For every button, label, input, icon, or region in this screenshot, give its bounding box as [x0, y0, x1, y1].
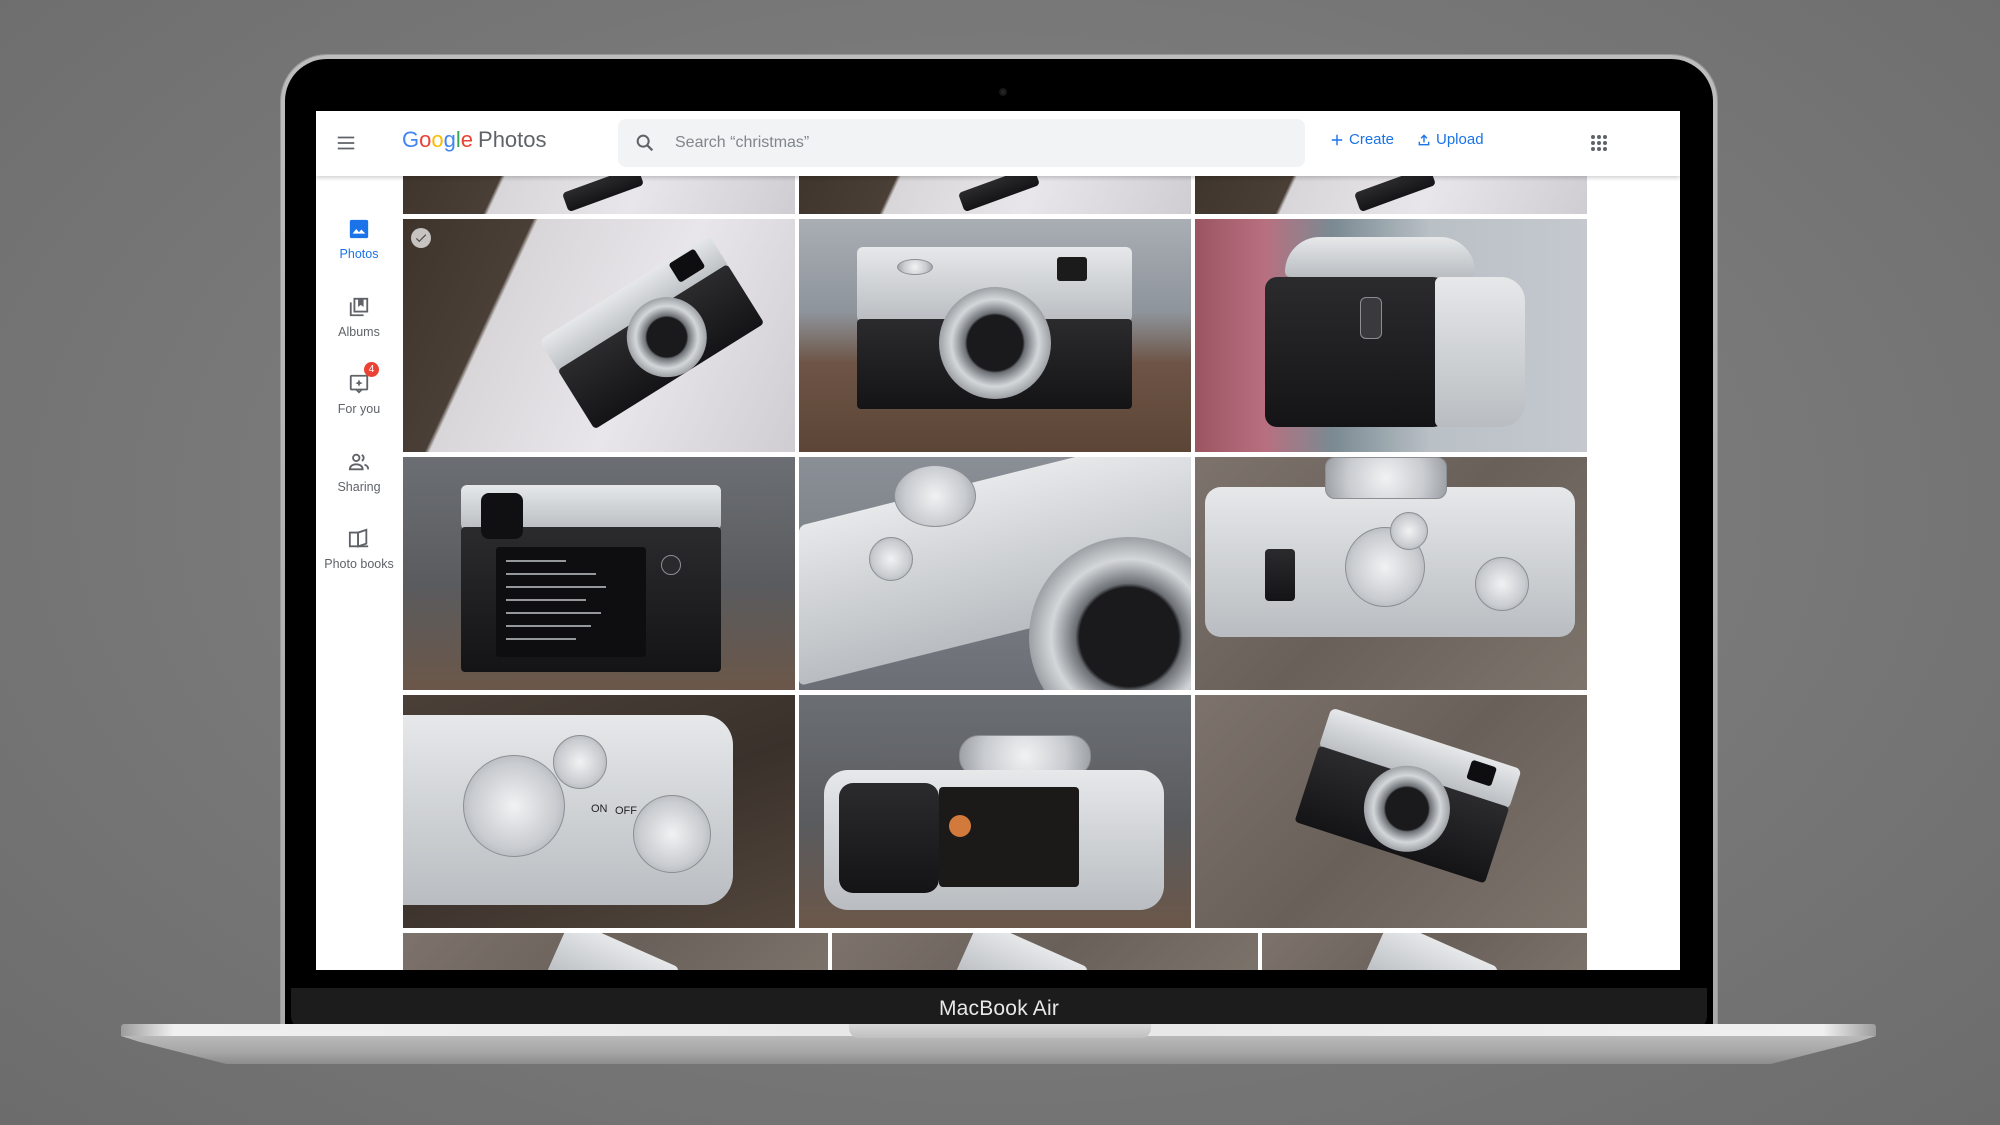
upload-label: Upload — [1436, 131, 1484, 148]
logo-letter: G — [402, 127, 420, 152]
exposure-dial — [633, 795, 711, 873]
logo-letter: g — [443, 127, 456, 152]
logo-letter: e — [460, 127, 474, 152]
plus-icon — [1330, 133, 1344, 147]
main-menu-button[interactable] — [333, 130, 359, 156]
device-label: MacBook Air — [938, 997, 1060, 1020]
photo-book-icon — [346, 526, 372, 552]
google-wordmark: Google — [402, 127, 473, 153]
photo-tile-selected[interactable] — [403, 219, 795, 452]
photo-tile[interactable] — [799, 219, 1191, 452]
sidebar-item-photo-books[interactable]: Photo books — [316, 526, 402, 571]
dial-shape — [553, 735, 607, 789]
photo-tile[interactable] — [832, 933, 1258, 970]
photo-tile[interactable] — [1195, 695, 1587, 928]
upload-button[interactable]: Upload — [1417, 131, 1484, 148]
sidebar-item-photos[interactable]: Photos — [316, 216, 402, 261]
hamburger-menu-icon — [337, 136, 355, 150]
notification-badge: 4 — [364, 362, 379, 377]
sidebar-item-label: Sharing — [337, 480, 381, 494]
logo-letter: o — [419, 127, 432, 152]
camera-shape — [1364, 933, 1500, 970]
sharing-icon — [346, 449, 372, 475]
laptop-base-underside — [121, 1036, 1876, 1064]
upload-icon — [1417, 133, 1431, 147]
camera-shape — [545, 933, 681, 970]
search-icon[interactable] — [634, 132, 656, 154]
camera-shape — [857, 247, 1132, 432]
hot-shoe — [1265, 549, 1295, 601]
create-label: Create — [1349, 131, 1395, 148]
google-apps-button[interactable] — [1589, 133, 1609, 153]
dial-shape — [869, 537, 913, 581]
photo-tile[interactable] — [1195, 219, 1587, 452]
dial-label-off: OFF — [615, 805, 637, 817]
sidebar-item-label: Albums — [338, 325, 380, 339]
exposure-dial — [1475, 557, 1529, 611]
dial-shape — [1390, 512, 1428, 550]
search-bar[interactable] — [618, 119, 1305, 167]
search-input[interactable] — [673, 133, 1277, 153]
photo-tile[interactable] — [1195, 457, 1587, 690]
apps-grid-icon — [1591, 135, 1607, 151]
sidebar-item-label: For you — [337, 402, 381, 416]
camera-grip — [839, 783, 939, 893]
camera-shape — [954, 933, 1090, 970]
photo-tile[interactable] — [799, 695, 1191, 928]
product-name: Photos — [478, 127, 547, 152]
dial-shape — [894, 465, 976, 527]
photo-grid: ON OFF — [316, 111, 1680, 970]
albums-icon — [346, 294, 372, 320]
battery-contact — [949, 815, 971, 837]
webcam — [999, 88, 1007, 96]
sidebar-item-sharing[interactable]: Sharing — [316, 449, 402, 494]
photo-icon — [346, 216, 372, 242]
laptop-opening-notch — [849, 1024, 1151, 1038]
photo-tile[interactable] — [403, 933, 828, 970]
sidebar-item-label: Photo books — [324, 557, 394, 571]
camera-shape — [1288, 707, 1522, 903]
selection-checkmark[interactable] — [411, 228, 431, 248]
photo-tile[interactable]: ON OFF — [403, 695, 795, 928]
sidebar-item-for-you[interactable]: 4 For you — [316, 362, 402, 416]
photo-tile[interactable] — [799, 457, 1191, 690]
sidebar-nav: Photos Albums 4 For you Sharing Photo bo… — [316, 176, 402, 970]
shutter-dial — [463, 755, 565, 857]
photo-tile[interactable] — [403, 457, 795, 690]
check-icon — [415, 234, 427, 243]
battery-compartment — [939, 787, 1079, 887]
for-you-icon: 4 — [346, 362, 379, 397]
google-photos-logo[interactable]: Google Photos — [402, 127, 547, 153]
sidebar-item-label: Photos — [339, 247, 379, 261]
camera-shape — [1265, 237, 1525, 437]
app-screen: ON OFF Photos Albums 4 For you Sharing P… — [316, 111, 1680, 970]
logo-letter: o — [431, 127, 444, 152]
camera-shape — [528, 219, 777, 451]
photo-tile[interactable] — [1262, 933, 1587, 970]
sidebar-item-albums[interactable]: Albums — [316, 294, 402, 339]
lens-ring — [1325, 457, 1447, 499]
create-button[interactable]: Create — [1330, 131, 1394, 148]
app-header: Google Photos Create Upload — [316, 111, 1680, 176]
camera-shape — [461, 485, 721, 675]
dial-label-on: ON — [591, 803, 608, 815]
